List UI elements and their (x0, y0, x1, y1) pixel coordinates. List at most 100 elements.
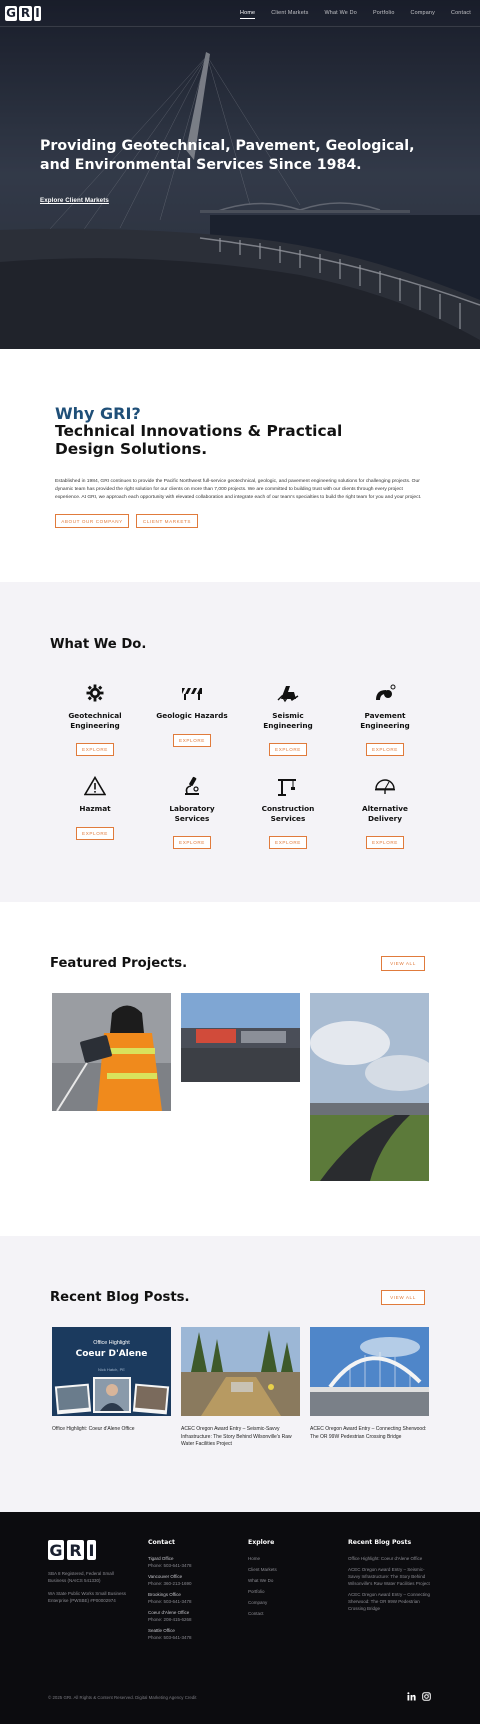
nav-client-markets[interactable]: Client Markets (271, 10, 308, 16)
barricade-icon (152, 682, 232, 704)
instagram-icon[interactable] (422, 1692, 431, 1701)
nav-company[interactable]: Company (411, 10, 435, 16)
footer-link-home[interactable]: Home (248, 1555, 318, 1562)
service-card: Geologic Hazards EXPLORE (152, 682, 232, 747)
nav-portfolio[interactable]: Portfolio (373, 10, 395, 16)
footer-link-contact[interactable]: Contact (248, 1610, 318, 1617)
service-card: Laboratory Services EXPLORE (152, 775, 232, 849)
blog-post-title[interactable]: ACEC Oregon Award Entry – Seismic-Savvy … (181, 1426, 300, 1449)
seismic-icon (248, 682, 328, 704)
blog-card-image[interactable]: Office Highlight Coeur D'Alene Nick Hatc… (52, 1327, 171, 1416)
footer-contact-title: Contact (148, 1539, 175, 1546)
client-markets-button[interactable]: CLIENT MARKETS (136, 514, 198, 528)
logo-letter: R (67, 1540, 84, 1560)
main-nav: Home Client Markets What We Do Portfolio… (224, 10, 471, 19)
office-name: Seattle Office (148, 1628, 175, 1633)
what-we-do-section: What We Do. Geotechnical Engineering EXP… (0, 582, 480, 902)
service-card: Alternative Delivery EXPLORE (345, 775, 425, 849)
service-card: Seismic Engineering EXPLORE (248, 682, 328, 756)
nav-contact[interactable]: Contact (451, 10, 471, 16)
nav-home[interactable]: Home (240, 10, 256, 19)
view-all-blog-button[interactable]: VIEW ALL (381, 1290, 425, 1305)
service-name: Laboratory Services (169, 804, 215, 823)
service-name: Alternative Delivery (362, 804, 408, 823)
warning-icon (55, 775, 135, 797)
blog-card-image[interactable] (181, 1327, 300, 1416)
service-name: Construction Services (261, 804, 315, 823)
blog-post-title[interactable]: ACEC Oregon Award Entry – Connecting She… (310, 1426, 429, 1441)
footer-recent-link[interactable]: ACEC Oregon Award Entry – Seismic-Savvy … (348, 1566, 430, 1587)
footer-pwsbe-text: WA State Public Works Small Business Ent… (48, 1591, 127, 1603)
office-name: Brookings Office (148, 1592, 181, 1597)
footer-logo[interactable]: G R I (48, 1540, 96, 1560)
nav-what-we-do[interactable]: What We Do (324, 10, 356, 16)
site-footer: G R I SBA 8 Registered, Federal Small Bu… (0, 1512, 480, 1724)
hero-section: Providing Geotechnical, Pavement, Geolog… (0, 0, 480, 349)
why-gri-section: Why GRI? Technical Innovations & Practic… (0, 349, 480, 582)
why-body: Established in 1984, GRI continues to pr… (55, 479, 422, 501)
protractor-icon (345, 775, 425, 797)
footer-sba-text: SBA 8 Registered, Federal Small Business… (48, 1571, 114, 1583)
logo-letter: G (5, 5, 17, 21)
explore-button[interactable]: EXPLORE (173, 836, 211, 849)
footer-recent-title: Recent Blog Posts (348, 1539, 412, 1546)
footer-recent-link[interactable]: Office Highlight: Coeur d'Alene Office (348, 1555, 430, 1562)
featured-projects-title: Featured Projects. (50, 956, 188, 971)
linkedin-icon[interactable] (407, 1692, 416, 1701)
office-phone[interactable]: Phone: 208-415-6268 (148, 1616, 228, 1623)
featured-projects-section: Featured Projects. VIEW ALL (0, 902, 480, 1236)
what-we-do-title: What We Do. (50, 637, 147, 652)
microscope-icon (152, 775, 232, 797)
about-our-company-button[interactable]: ABOUT OUR COMPANY (55, 514, 129, 528)
project-image[interactable] (310, 993, 429, 1181)
gri-logo[interactable]: G R I (5, 5, 41, 21)
service-card: Hazmat EXPLORE (55, 775, 135, 840)
office-phone[interactable]: Phone: 503-641-3478 (148, 1598, 228, 1605)
office-name: Coeur d'Alene Office (148, 1610, 190, 1615)
office-phone[interactable]: Phone: 503-641-3478 (148, 1634, 228, 1641)
office-phone[interactable]: Phone: 503-641-3478 (148, 1562, 228, 1569)
service-name: Hazmat (79, 804, 111, 813)
blog-post-title[interactable]: Office Highlight: Coeur d'Alene Office (52, 1426, 171, 1434)
explore-button[interactable]: EXPLORE (366, 743, 404, 756)
pavement-icon (345, 682, 425, 704)
service-card: Pavement Engineering EXPLORE (345, 682, 425, 756)
page: Providing Geotechnical, Pavement, Geolog… (0, 0, 480, 1724)
footer-link-client-markets[interactable]: Client Markets (248, 1566, 318, 1573)
view-all-projects-button[interactable]: VIEW ALL (381, 956, 425, 971)
explore-button[interactable]: EXPLORE (269, 743, 307, 756)
explore-button[interactable]: EXPLORE (76, 743, 114, 756)
explore-button[interactable]: EXPLORE (173, 733, 211, 747)
logo-letter: R (19, 5, 32, 21)
footer-contact-list: Tigard Office Phone: 503-641-3478 Vancou… (148, 1555, 228, 1641)
explore-button[interactable]: EXPLORE (76, 826, 114, 840)
explore-button[interactable]: EXPLORE (269, 836, 307, 849)
blog-card-image[interactable] (310, 1327, 429, 1416)
logo-letter: I (87, 1540, 96, 1560)
service-card: Geotechnical Engineering EXPLORE (55, 682, 135, 756)
site-header: G R I Home Client Markets What We Do Por… (0, 0, 480, 27)
explore-client-markets-link[interactable]: Explore Client Markets (40, 197, 109, 204)
footer-explore-list: Home Client Markets What We Do Portfolio… (248, 1555, 318, 1621)
copyright: © 2025 GRI. All Rights & Content Reserve… (48, 1695, 197, 1700)
crane-icon (248, 775, 328, 797)
why-kicker: Why GRI? (55, 404, 141, 423)
explore-button[interactable]: EXPLORE (366, 836, 404, 849)
service-card: Construction Services EXPLORE (248, 775, 328, 849)
office-name: Tigard Office (148, 1556, 174, 1561)
service-name: Geotechnical Engineering (68, 711, 122, 730)
service-name: Seismic Engineering (263, 711, 313, 730)
project-image[interactable] (181, 993, 300, 1082)
footer-link-portfolio[interactable]: Portfolio (248, 1588, 318, 1595)
footer-about: SBA 8 Registered, Federal Small Business… (48, 1570, 133, 1604)
footer-link-company[interactable]: Company (248, 1599, 318, 1606)
office-phone[interactable]: Phone: 360-213-1690 (148, 1580, 228, 1587)
footer-explore-title: Explore (248, 1539, 275, 1546)
recent-blog-title: Recent Blog Posts. (50, 1290, 190, 1305)
footer-recent-link[interactable]: ACEC Oregon Award Entry – Connecting She… (348, 1591, 430, 1612)
project-image[interactable] (52, 993, 171, 1111)
social-links (407, 1692, 431, 1701)
service-name: Geologic Hazards (156, 711, 228, 720)
footer-link-what-we-do[interactable]: What We Do (248, 1577, 318, 1584)
office-name: Vancouver Office (148, 1574, 183, 1579)
